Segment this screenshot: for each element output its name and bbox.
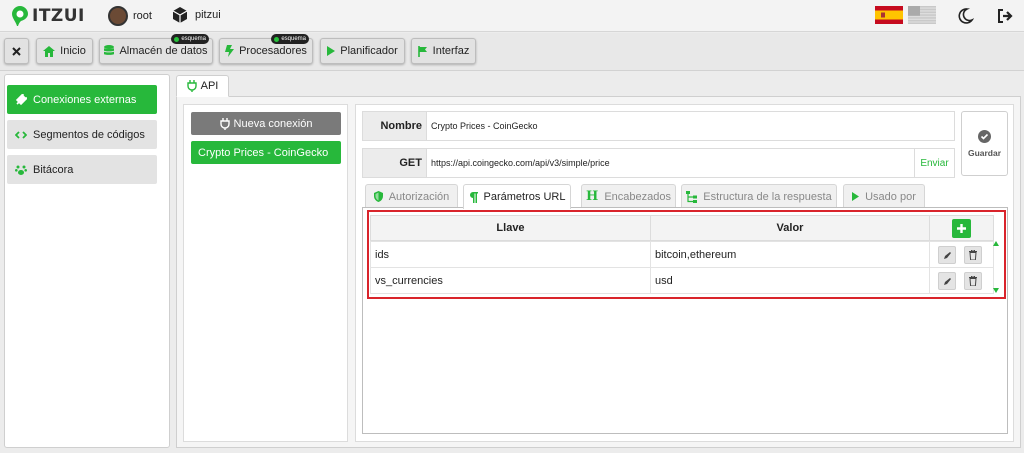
highlight-box [367, 210, 1006, 299]
interface-label: Interfaz [432, 45, 470, 57]
tab-api-label: API [200, 80, 219, 92]
connection-item[interactable]: Crypto Prices - CoinGecko [191, 141, 341, 164]
logout-icon[interactable] [997, 8, 1013, 24]
save-label: Guardar [967, 147, 1002, 158]
send-button[interactable]: Enviar [914, 149, 954, 177]
name-label: Nombre [363, 112, 427, 140]
user-menu[interactable]: root [108, 6, 152, 26]
method-label[interactable]: GET [363, 149, 427, 177]
flag-usa-icon[interactable] [908, 6, 936, 24]
scheduler-label: Planificador [340, 45, 398, 57]
interface-button[interactable]: Interfaz [411, 38, 476, 64]
tab-api[interactable]: API [176, 75, 229, 97]
url-field[interactable]: https://api.coingecko.com/api/v3/simple/… [427, 158, 914, 168]
tab-authorization[interactable]: Autorización [365, 184, 458, 208]
plug-icon [219, 117, 230, 130]
data-store-label: Almacén de datos [119, 45, 208, 57]
top-bar: ITZUI root pitzui [0, 0, 1024, 32]
flag-icon [417, 45, 428, 57]
sidebar-item-external-connections[interactable]: Conexiones externas [7, 85, 157, 114]
processors-button[interactable]: Procesadores esquema [219, 34, 313, 64]
home-button[interactable]: Inicio [36, 38, 93, 64]
project-menu[interactable]: pitzui [171, 6, 221, 24]
sidebar-item-label: Bitácora [33, 163, 74, 176]
bolt-icon [225, 45, 235, 57]
tab-used-by-label: Usado por [865, 190, 916, 203]
avatar [108, 6, 128, 26]
processors-label: Procesadores [239, 45, 307, 57]
tab-response-structure-label: Estructura de la respuesta [703, 190, 832, 203]
heading-icon: H [586, 189, 599, 204]
close-button[interactable] [4, 38, 29, 64]
logo-text: ITZUI [32, 6, 85, 26]
logo-pin-icon [10, 5, 30, 27]
home-label: Inicio [60, 45, 86, 57]
project-name: pitzui [195, 9, 221, 21]
close-icon [12, 46, 21, 56]
database-icon [104, 45, 115, 57]
plug-icon [186, 80, 197, 92]
sitemap-icon [686, 190, 698, 203]
check-circle-icon [978, 129, 991, 143]
user-name: root [133, 10, 152, 22]
moon-icon[interactable] [956, 7, 974, 25]
scheduler-button[interactable]: Planificador [320, 38, 405, 64]
play-icon [852, 192, 860, 201]
sidebar-item-log[interactable]: Bitácora [7, 155, 157, 184]
paragraph-icon [469, 191, 478, 203]
tab-used-by[interactable]: Usado por [843, 184, 925, 208]
tab-authorization-label: Autorización [388, 190, 450, 203]
new-connection-button[interactable]: Nueva conexión [191, 112, 341, 135]
schema-badge: esquema [171, 34, 209, 44]
sidebar-item-label: Conexiones externas [33, 93, 137, 106]
tab-url-params-label: Parámetros URL [483, 191, 566, 203]
save-button[interactable]: Guardar [961, 111, 1008, 176]
cube-icon [171, 6, 189, 24]
sidebar-item-label: Segmentos de códigos [33, 128, 145, 141]
url-row: GET https://api.coingecko.com/api/v3/sim… [362, 148, 955, 178]
toolbar: Inicio Almacén de datos esquema Procesad… [0, 33, 1024, 71]
plug-icon [15, 93, 27, 106]
shield-icon [373, 191, 383, 202]
flag-spain-icon[interactable] [875, 6, 903, 24]
name-row: Nombre Crypto Prices - CoinGecko [362, 111, 955, 141]
logo[interactable]: ITZUI [10, 5, 85, 27]
name-field[interactable]: Crypto Prices - CoinGecko [427, 121, 954, 131]
tab-response-structure[interactable]: Estructura de la respuesta [681, 184, 837, 208]
tab-headers-label: Encabezados [604, 190, 671, 203]
data-store-button[interactable]: Almacén de datos esquema [99, 34, 213, 64]
tab-headers[interactable]: H Encabezados [581, 184, 676, 208]
new-connection-label: Nueva conexión [233, 117, 313, 130]
code-icon [15, 130, 27, 140]
sidebar-item-code-segments[interactable]: Segmentos de códigos [7, 120, 157, 149]
play-icon [327, 46, 336, 56]
tab-url-params[interactable]: Parámetros URL [463, 184, 571, 209]
home-icon [43, 45, 56, 57]
schema-badge: esquema [271, 34, 309, 44]
paw-icon [15, 164, 27, 176]
